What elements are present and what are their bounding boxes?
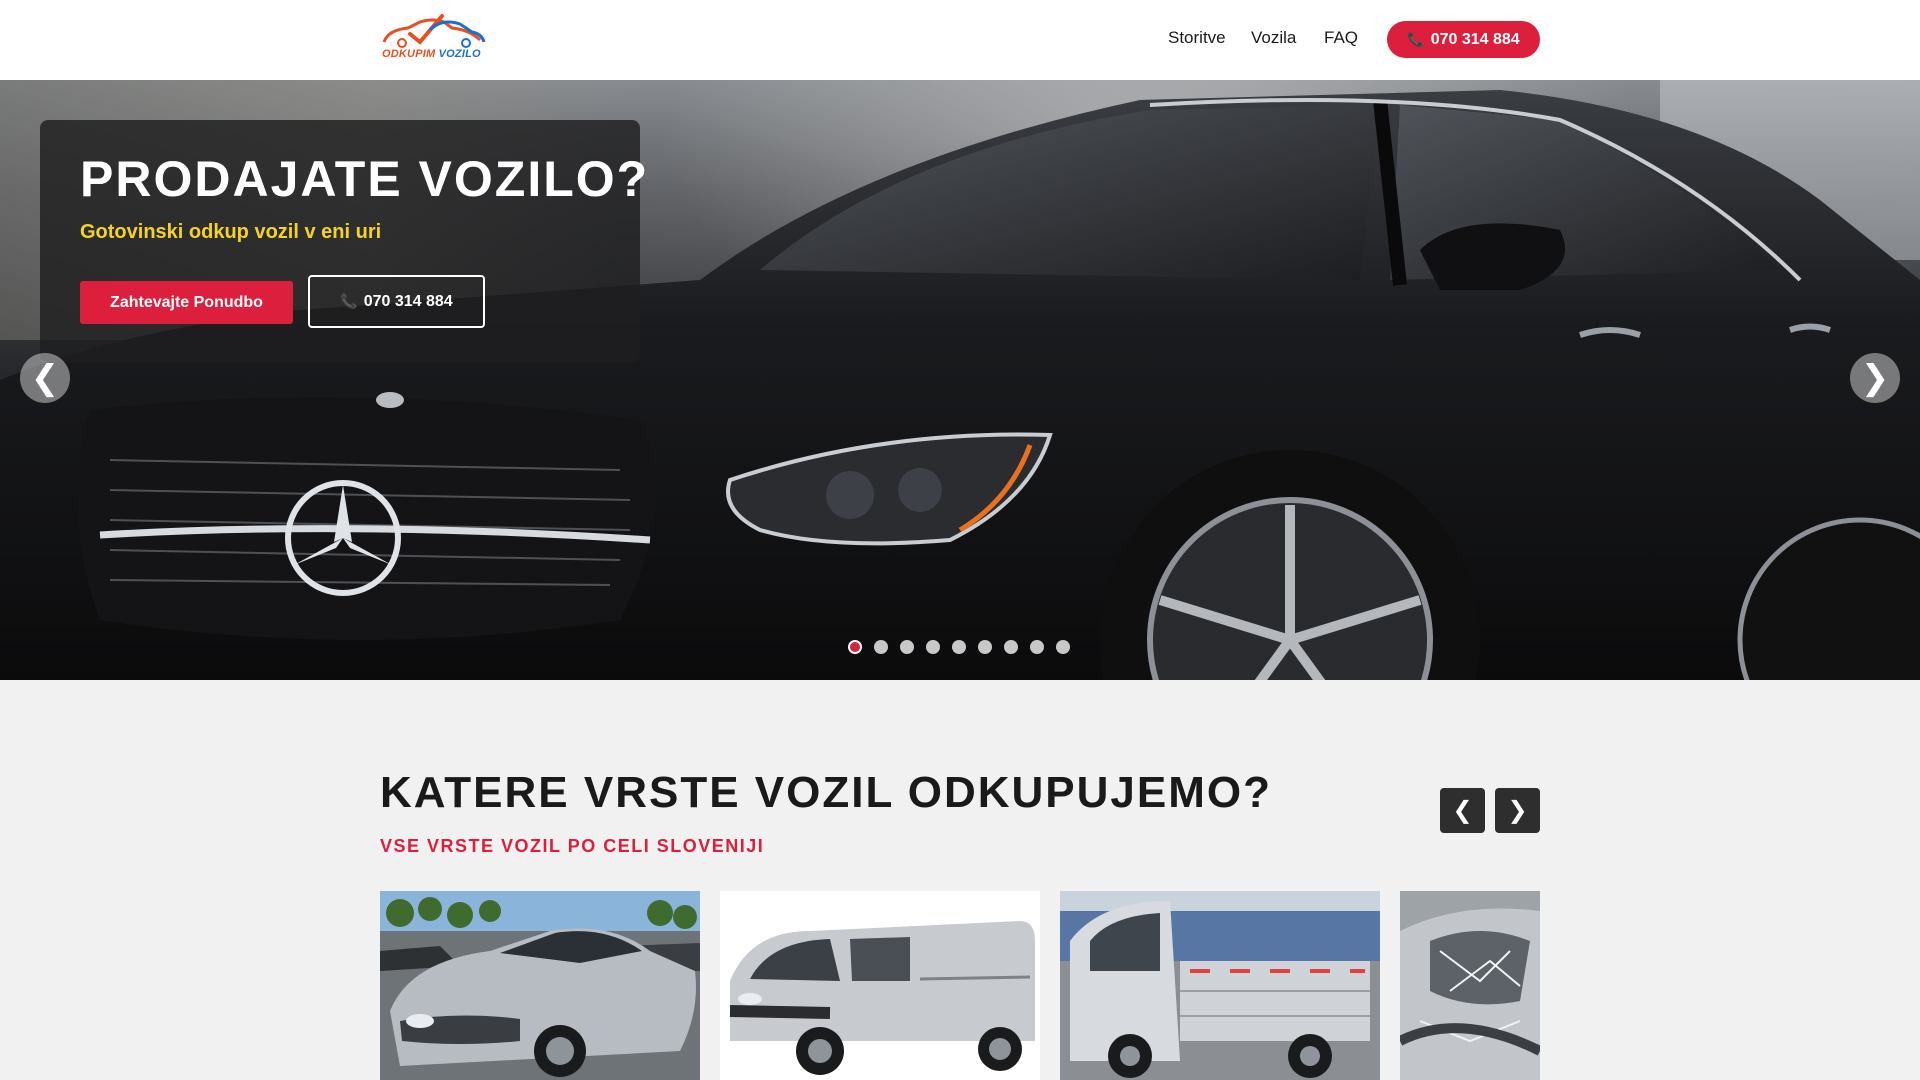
slide-dot-8[interactable] [1030, 640, 1044, 654]
hero-subtitle: Gotovinski odkup vozil v eni uri [80, 221, 382, 243]
logo-word-2: VOZILO [438, 48, 481, 60]
carousel-next-button[interactable]: ❯ [1495, 788, 1540, 833]
hero-slider: PRODAJATE VOZILO? Gotovinski odkup vozil… [0, 80, 1920, 680]
truck-image [1060, 891, 1380, 1080]
header-phone-label: 070 314 884 [1430, 30, 1520, 48]
vehicle-card-truck[interactable] [1060, 891, 1380, 1080]
logo-word-1: ODKUPIM [382, 48, 436, 60]
logo-wordmark: ODKUPIM VOZILO [382, 48, 481, 60]
vehicle-card-sedan[interactable] [380, 891, 700, 1080]
nav-link-faq[interactable]: FAQ [1324, 28, 1358, 48]
slide-dot-6[interactable] [978, 640, 992, 654]
site-logo[interactable]: ODKUPIM VOZILO [380, 12, 488, 64]
hero-prev-arrow[interactable]: ❮ [20, 353, 70, 403]
slide-dot-2[interactable] [874, 640, 888, 654]
vehicle-card-damaged[interactable] [1400, 891, 1540, 1080]
slide-dot-5[interactable] [952, 640, 966, 654]
slide-dot-3[interactable] [900, 640, 914, 654]
car-logo-icon [382, 14, 486, 48]
nav-link-vozila[interactable]: Vozila [1251, 28, 1296, 48]
hero-next-arrow[interactable]: ❯ [1850, 353, 1900, 403]
phone-icon: 📞 [340, 293, 358, 309]
request-offer-button[interactable]: Zahtevajte Ponudbo [80, 281, 293, 324]
site-header: ODKUPIM VOZILO Storitve Vozila FAQ 📞 070… [0, 0, 1920, 80]
damaged-car-image [1400, 891, 1540, 1080]
hero-slide-dots [848, 640, 1070, 656]
header-phone-button[interactable]: 📞 070 314 884 [1387, 21, 1540, 58]
section-title: KATERE VRSTE VOZIL ODKUPUJEMO? [380, 768, 1273, 817]
sedan-image [380, 891, 700, 1080]
slide-dot-7[interactable] [1004, 640, 1018, 654]
hero-phone-label: 070 314 884 [363, 292, 453, 310]
hero-phone-button[interactable]: 📞 070 314 884 [308, 275, 485, 328]
slide-dot-1[interactable] [848, 640, 862, 654]
slide-dot-9[interactable] [1056, 640, 1070, 654]
van-image [720, 891, 1040, 1080]
hero-title: PRODAJATE VOZILO? [80, 151, 650, 207]
slide-dot-4[interactable] [926, 640, 940, 654]
section-subtitle: VSE VRSTE VOZIL PO CELI SLOVENIJI [380, 836, 765, 856]
vehicle-type-carousel [380, 891, 1540, 1080]
phone-icon: 📞 [1407, 31, 1425, 47]
vehicle-card-van[interactable] [720, 891, 1040, 1080]
hero-text-box: PRODAJATE VOZILO? Gotovinski odkup vozil… [40, 120, 647, 362]
nav-link-storitve[interactable]: Storitve [1168, 28, 1226, 48]
carousel-prev-button[interactable]: ❮ [1440, 788, 1485, 833]
